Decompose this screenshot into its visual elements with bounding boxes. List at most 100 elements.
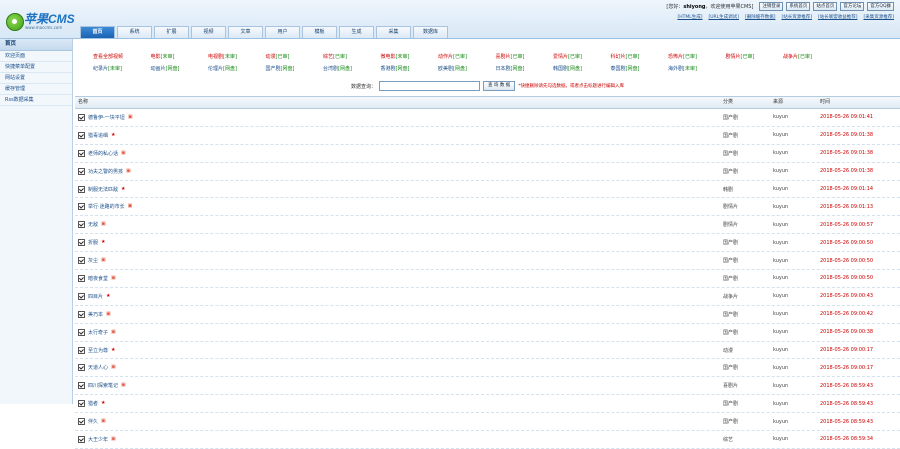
filter-category[interactable]: 海外剧[未审] <box>668 65 726 72</box>
filter-category-label[interactable]: 电视剧 <box>208 54 223 60</box>
filter-category-label[interactable]: 国产剧 <box>266 66 281 72</box>
sidebar-item-cache[interactable]: 缓存管理 <box>0 84 72 95</box>
filter-category-label[interactable]: 泰国剧 <box>611 66 626 72</box>
video-title-link[interactable]: 太行奇子 <box>88 329 108 336</box>
video-title-link[interactable]: 四川探索笔记 <box>88 382 118 389</box>
quick-link-union-income[interactable]: [站长联盟收益推荐] <box>818 14 858 23</box>
row-checkbox[interactable] <box>78 203 85 211</box>
filter-category[interactable]: 香港剧[网盘] <box>381 65 439 72</box>
logout-button[interactable]: 注销登录 <box>759 2 784 11</box>
video-title-link[interactable]: 折服 <box>88 239 98 246</box>
filter-category-label[interactable]: 纪录片 <box>93 66 108 72</box>
search-button[interactable]: 查 询 数 据 <box>482 81 516 91</box>
filter-category[interactable]: 科幻片[已审] <box>611 53 669 60</box>
filter-category-label[interactable]: 香港剧 <box>381 66 396 72</box>
filter-category-status[interactable]: [未审] <box>108 66 122 72</box>
row-checkbox[interactable] <box>78 364 85 372</box>
filter-category-label[interactable]: 日本剧 <box>496 66 511 72</box>
video-title-link[interactable]: 功夫之警的男孩 <box>88 168 123 175</box>
tab-collect[interactable]: 采集 <box>376 26 411 38</box>
tab-template[interactable]: 模板 <box>302 26 337 38</box>
row-checkbox[interactable] <box>78 221 85 229</box>
row-checkbox[interactable] <box>78 274 85 282</box>
row-checkbox[interactable] <box>78 418 85 426</box>
filter-category[interactable]: 动作片[已审] <box>438 53 496 60</box>
filter-category-status[interactable]: [已审] <box>683 54 697 60</box>
filter-category[interactable]: 韩国剧[网盘] <box>553 65 611 72</box>
video-title-link[interactable]: 四目片 <box>88 293 103 300</box>
filter-category[interactable]: 泰国剧[网盘] <box>611 65 669 72</box>
tab-home[interactable]: 首页 <box>80 26 115 38</box>
sidebar-item-rss[interactable]: Rss数据采集 <box>0 95 72 106</box>
video-title-link[interactable]: 老师的私心话 <box>88 150 118 157</box>
quick-link-url-debug[interactable]: [URL生成调试] <box>708 14 738 23</box>
filter-category-status[interactable]: [已审] <box>626 54 640 60</box>
filter-category-label[interactable]: 剧情片 <box>726 54 741 60</box>
quick-link-clear-cache[interactable]: [删除缓存数据] <box>745 14 776 23</box>
tab-generate[interactable]: 生成 <box>339 26 374 38</box>
header-name[interactable]: 名称 <box>75 97 723 108</box>
filter-category[interactable]: 战争片[已审] <box>783 53 841 60</box>
video-title-link[interactable]: 暗夜食堂 <box>88 275 108 282</box>
tab-extend[interactable]: 扩展 <box>154 26 189 38</box>
forum-button[interactable]: 官方论坛 <box>840 2 865 11</box>
header-time[interactable]: 时间 <box>820 97 900 108</box>
filter-category-label[interactable]: 台湾剧 <box>323 66 338 72</box>
filter-category[interactable]: 伦理片[网盘] <box>208 65 266 72</box>
tab-database[interactable]: 数据库 <box>413 26 448 38</box>
quick-link-webmaster-resources[interactable]: [站长资源推荐] <box>781 14 812 23</box>
filter-category-label[interactable]: 海外剧 <box>668 66 683 72</box>
tab-article[interactable]: 文章 <box>228 26 263 38</box>
filter-category-label[interactable]: 欧美剧 <box>438 66 453 72</box>
row-checkbox[interactable] <box>78 292 85 300</box>
tab-video[interactable]: 视频 <box>191 26 226 38</box>
video-title-link[interactable]: 天道人心 <box>88 364 108 371</box>
filter-category-status[interactable]: [网盘] <box>453 66 467 72</box>
filter-category-label[interactable]: 韩国剧 <box>553 66 568 72</box>
header-type[interactable]: 分类 <box>723 97 773 108</box>
row-checkbox[interactable] <box>78 328 85 336</box>
filter-category[interactable]: 日本剧[网盘] <box>496 65 554 72</box>
sidebar-item-site-settings[interactable]: 网站设置 <box>0 73 72 84</box>
filter-category[interactable]: 动漫[已审] <box>266 53 324 60</box>
filter-category-status[interactable]: [网盘] <box>568 66 582 72</box>
row-checkbox[interactable] <box>78 149 85 157</box>
filter-category-label[interactable]: 动画片 <box>151 66 166 72</box>
quick-link-html-generate[interactable]: [HTML生成] <box>677 14 702 23</box>
filter-category-status[interactable]: [已审] <box>453 54 467 60</box>
sidebar-item-welcome[interactable]: 欢迎页面 <box>0 51 72 62</box>
search-input[interactable] <box>378 81 480 91</box>
filter-category-status[interactable]: [已审] <box>511 54 525 60</box>
filter-category-status[interactable]: [已审] <box>333 54 347 60</box>
tab-user[interactable]: 用户 <box>265 26 300 38</box>
sidebar-item-quick-menu[interactable]: 快捷菜单配置 <box>0 62 72 73</box>
filter-category-status[interactable]: [网盘] <box>396 66 410 72</box>
filter-category-status[interactable]: [网盘] <box>223 66 237 72</box>
filter-category-status[interactable]: [未审] <box>161 54 175 60</box>
filter-category-label[interactable]: 动作片 <box>438 54 453 60</box>
filter-category[interactable]: 查看全部视频 <box>93 53 151 60</box>
filter-category-label[interactable]: 战争片 <box>783 54 798 60</box>
filter-category[interactable]: 电影[未审] <box>151 53 209 60</box>
row-checkbox[interactable] <box>78 167 85 175</box>
quick-link-collect-resources[interactable]: [采集资源推荐] <box>863 14 894 23</box>
video-title-link[interactable]: 至立为尊 <box>88 347 108 354</box>
video-title-link[interactable]: 大王少年 <box>88 436 108 443</box>
filter-category-status[interactable]: [未审] <box>396 54 410 60</box>
filter-category-status[interactable]: [网盘] <box>281 66 295 72</box>
filter-category[interactable]: 剧情片[已审] <box>726 53 784 60</box>
filter-category-status[interactable]: [未审] <box>223 54 237 60</box>
filter-category[interactable]: 综艺[已审] <box>323 53 381 60</box>
filter-category[interactable]: 爱情片[已审] <box>553 53 611 60</box>
filter-category-label[interactable]: 电影 <box>151 54 161 60</box>
filter-category[interactable]: 喜剧片[已审] <box>496 53 554 60</box>
filter-category-label[interactable]: 查看全部视频 <box>93 54 123 60</box>
system-home-button[interactable]: 系统首页 <box>786 2 811 11</box>
qq-group-button[interactable]: 官方QQ群 <box>867 2 894 11</box>
filter-category[interactable]: 电视剧[未审] <box>208 53 266 60</box>
filter-category-label[interactable]: 科幻片 <box>611 54 626 60</box>
filter-category[interactable]: 欧美剧[网盘] <box>438 65 496 72</box>
filter-category-label[interactable]: 伦理片 <box>208 66 223 72</box>
video-title-link[interactable]: 无敌 <box>88 221 98 228</box>
site-logo[interactable]: 苹果CMS www.maccms.com <box>6 9 76 35</box>
